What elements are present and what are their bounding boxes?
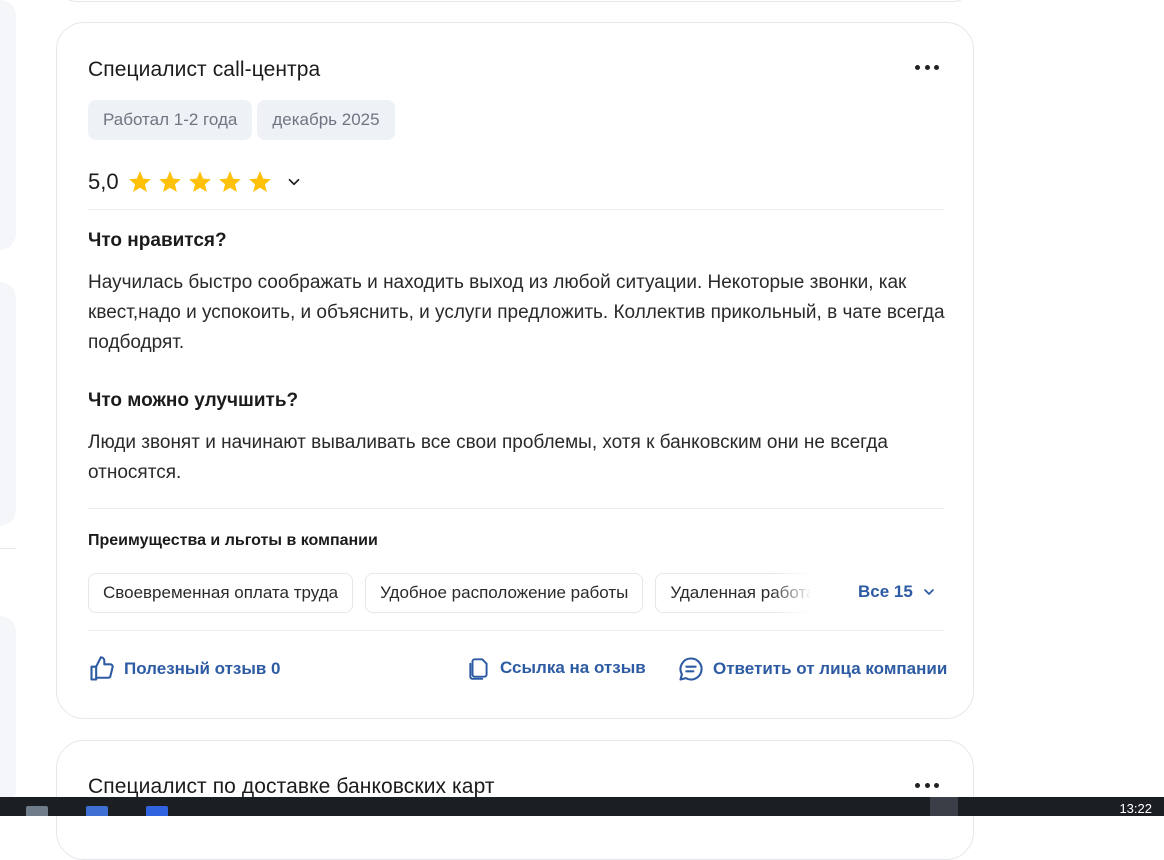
more-options-icon[interactable] <box>915 63 939 71</box>
reply-as-company-button[interactable]: Ответить от лица компании <box>677 655 947 683</box>
divider <box>88 508 944 509</box>
benefits-list: Своевременная оплата труда Удобное распо… <box>88 573 810 613</box>
taskbar-clock[interactable]: 13:22 <box>1119 801 1152 816</box>
left-divider <box>0 548 16 549</box>
review-title: Специалист по доставке банковских карт <box>88 775 495 798</box>
taskbar-mail-icon[interactable] <box>146 806 168 816</box>
tag-experience: Работал 1-2 года <box>88 100 253 140</box>
tag-date: декабрь 2025 <box>257 100 395 140</box>
divider <box>88 630 944 631</box>
taskbar-app-icon[interactable] <box>86 806 108 816</box>
useful-review-label: Полезный отзыв 0 <box>124 659 281 678</box>
show-all-label: Все 15 <box>858 582 913 601</box>
star-icon <box>188 171 211 192</box>
reply-as-company-label: Ответить от лица компании <box>713 659 948 678</box>
left-panel-fragment <box>0 616 16 806</box>
star-icon <box>248 171 271 192</box>
review-title: Специалист call-центра <box>88 58 321 81</box>
left-panel-fragment <box>0 282 16 526</box>
benefits-heading: Преимущества и льготы в компании <box>88 532 378 549</box>
thumbs-up-icon <box>90 656 114 681</box>
show-all-benefits-button[interactable]: Все 15 <box>858 582 937 602</box>
likes-heading: Что нравится? <box>88 230 227 251</box>
divider <box>88 209 944 210</box>
rating-value: 5,0 <box>88 169 119 194</box>
improve-heading: Что можно улучшить? <box>88 390 299 411</box>
chevron-down-icon <box>923 589 934 595</box>
copy-icon <box>469 658 488 680</box>
more-options-icon[interactable] <box>915 781 939 789</box>
taskbar-app-icon[interactable] <box>26 806 48 816</box>
previous-review-card <box>56 0 974 2</box>
rating: 5,0 <box>88 169 303 195</box>
review-link-button[interactable]: Ссылка на отзыв <box>466 655 646 681</box>
benefit-chip: Своевременная оплата труда <box>88 573 354 613</box>
left-panel-fragment <box>0 0 16 250</box>
chat-bubble-icon <box>679 657 703 681</box>
chevron-down-icon[interactable] <box>285 173 303 191</box>
likes-text: Научилась быстро соображать и находить в… <box>88 272 945 353</box>
tray-icon[interactable] <box>930 797 958 816</box>
improve-text: Люди звонят и начинают вываливать все св… <box>88 432 888 483</box>
benefit-chip: Удобное расположение работы <box>365 573 644 613</box>
star-icon <box>158 171 181 192</box>
useful-review-button[interactable]: Полезный отзыв 0 <box>88 655 281 683</box>
review-card: Специалист call-центра Работал 1-2 года … <box>56 22 974 719</box>
star-icon <box>128 171 151 192</box>
chips-fade <box>770 573 830 613</box>
star-icon <box>218 171 241 192</box>
review-link-label: Ссылка на отзыв <box>500 658 646 677</box>
taskbar: 13:22 <box>0 797 1164 816</box>
review-tags: Работал 1-2 года декабрь 2025 <box>88 100 395 140</box>
